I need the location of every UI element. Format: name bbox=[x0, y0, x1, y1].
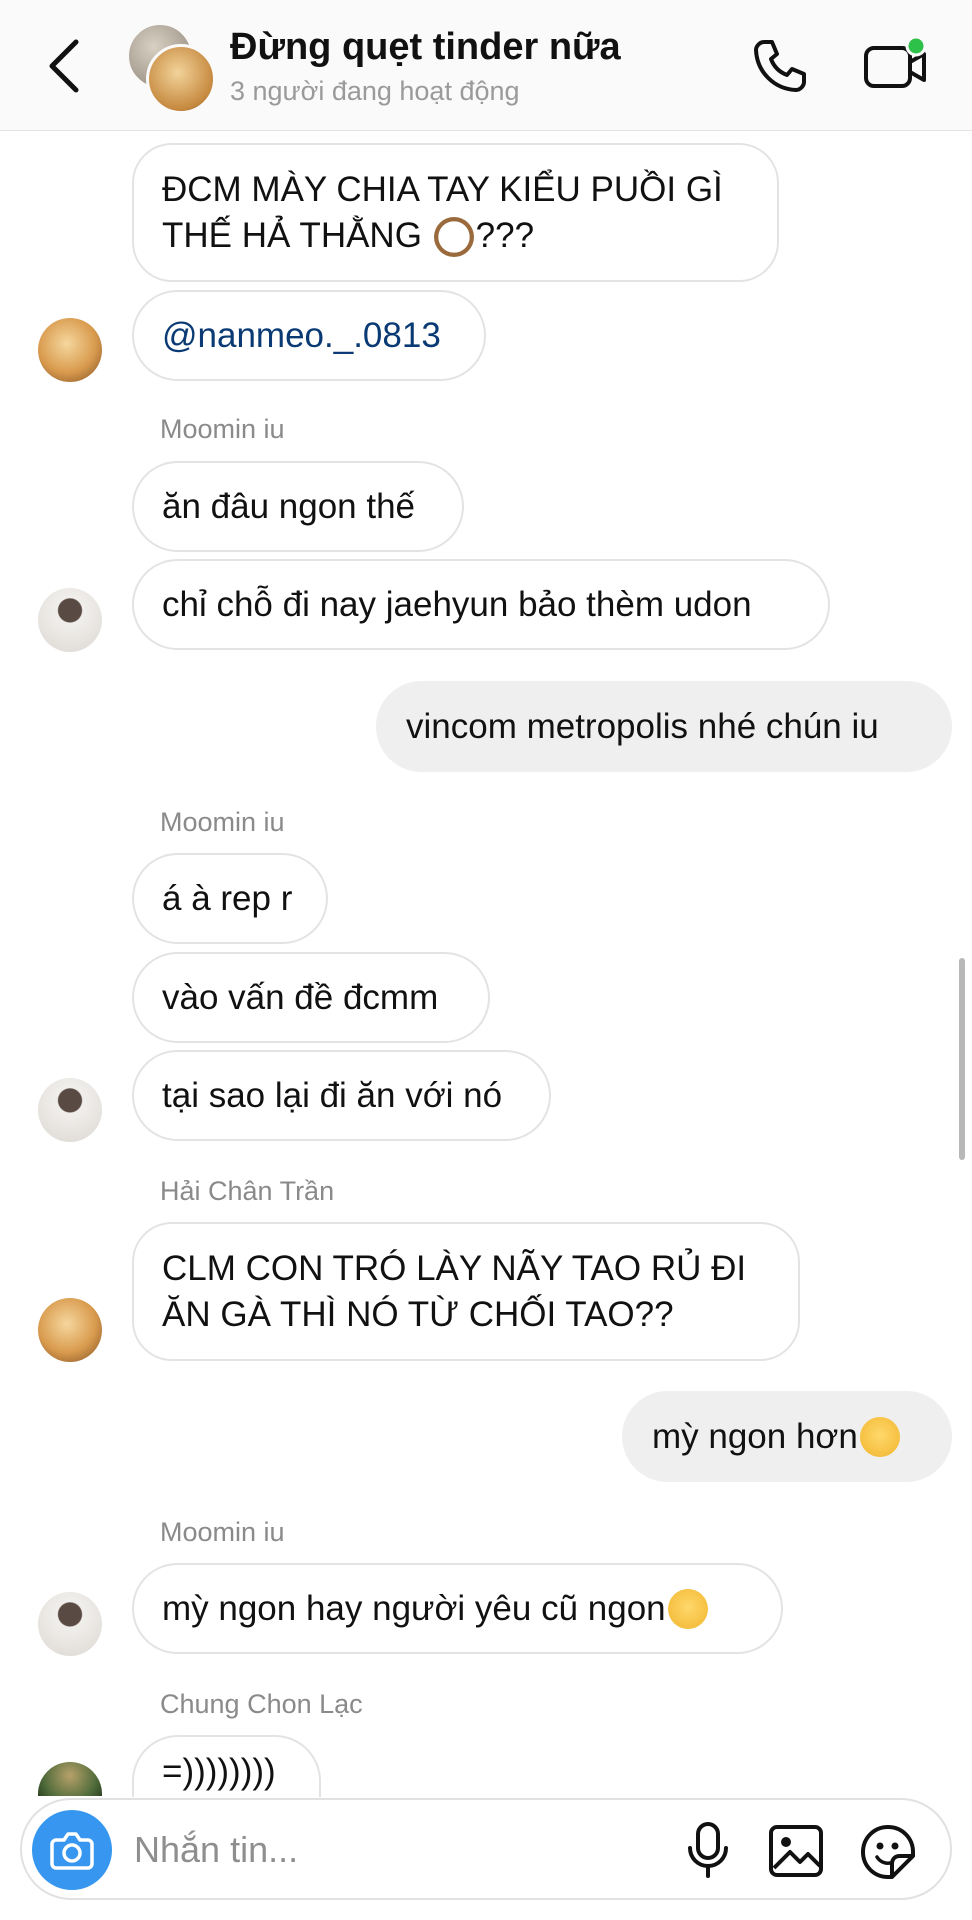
message-text: ăn đâu ngon thế bbox=[162, 486, 416, 526]
message-bubble[interactable]: á à rep r bbox=[132, 853, 328, 944]
message-text: chỉ chỗ đi nay jaehyun bảo thèm udon bbox=[162, 584, 752, 624]
message-bubble-outgoing[interactable]: mỳ ngon hơn bbox=[622, 1391, 952, 1482]
message-bubble[interactable]: chỉ chỗ đi nay jaehyun bảo thèm udon bbox=[132, 559, 830, 650]
message-text: mỳ ngon hơn bbox=[652, 1416, 858, 1456]
group-avatar[interactable] bbox=[126, 22, 216, 114]
chat-title[interactable]: Đừng quẹt tinder nữa bbox=[230, 26, 621, 69]
sender-name: Moomin iu bbox=[160, 1517, 285, 1547]
avatar[interactable] bbox=[38, 318, 102, 382]
member-avatar-2 bbox=[146, 44, 216, 114]
chat-header: Đừng quẹt tinder nữa 3 người đang hoạt đ… bbox=[0, 0, 972, 131]
avatar[interactable] bbox=[38, 588, 102, 652]
message-text: á à rep r bbox=[162, 878, 293, 918]
message-bubble[interactable]: ĐCM MÀY CHIA TAY KIỂU PUỒI GÌ THẾ HẢ THẰ… bbox=[132, 143, 779, 282]
message-text: mỳ ngon hay người yêu cũ ngon bbox=[162, 1588, 666, 1628]
message-bubble[interactable]: ăn đâu ngon thế bbox=[132, 461, 464, 552]
message-text: =)))))))) bbox=[162, 1752, 276, 1791]
mention-link[interactable]: @nanmeo._.0813 bbox=[162, 313, 441, 359]
chevron-left-icon[interactable] bbox=[40, 34, 90, 98]
avatar[interactable] bbox=[38, 1298, 102, 1362]
video-camera-icon[interactable] bbox=[862, 36, 932, 96]
message-text: tại sao lại đi ăn với nó bbox=[162, 1075, 503, 1115]
message-text: CLM CON TRÓ LÀY NÃY TAO RỦ ĐI ĂN GÀ THÌ … bbox=[162, 1248, 747, 1334]
message-bubble[interactable]: @nanmeo._.0813 bbox=[132, 290, 486, 381]
message-bubble[interactable]: tại sao lại đi ăn với nó bbox=[132, 1050, 551, 1141]
message-bubble-outgoing[interactable]: vincom metropolis nhé chún iu bbox=[376, 681, 952, 772]
message-bubble[interactable]: mỳ ngon hay người yêu cũ ngon bbox=[132, 1563, 783, 1654]
sticker-icon[interactable] bbox=[860, 1824, 916, 1880]
sender-name: Chung Chon Lạc bbox=[160, 1689, 363, 1719]
message-input[interactable] bbox=[132, 1824, 666, 1876]
message-text: vào vấn đề đcmm bbox=[162, 977, 439, 1017]
camera-icon bbox=[50, 1832, 94, 1870]
avatar[interactable] bbox=[38, 1078, 102, 1142]
active-status: 3 người đang hoạt động bbox=[230, 76, 520, 106]
message-text: vincom metropolis nhé chún iu bbox=[406, 706, 879, 746]
sender-name: Moomin iu bbox=[160, 414, 285, 444]
pensive-face-emoji-icon bbox=[859, 1416, 900, 1457]
dog-face-emoji-icon bbox=[433, 217, 474, 258]
sender-name: Moomin iu bbox=[160, 807, 285, 837]
relieved-face-emoji-icon bbox=[667, 1588, 708, 1629]
gallery-icon[interactable] bbox=[768, 1824, 824, 1878]
message-text: ĐCM MÀY CHIA TAY KIỂU PUỒI GÌ THẾ HẢ THẰ… bbox=[162, 167, 723, 259]
scrollbar[interactable] bbox=[959, 958, 965, 1160]
message-bubble[interactable]: vào vấn đề đcmm bbox=[132, 952, 490, 1043]
avatar[interactable] bbox=[38, 1592, 102, 1656]
microphone-icon[interactable] bbox=[686, 1822, 730, 1878]
camera-button[interactable] bbox=[32, 1810, 112, 1890]
message-composer bbox=[20, 1798, 952, 1900]
phone-icon[interactable] bbox=[750, 36, 810, 96]
message-bubble[interactable]: =)))))))) bbox=[132, 1735, 321, 1797]
online-indicator bbox=[905, 36, 927, 57]
message-bubble[interactable]: CLM CON TRÓ LÀY NÃY TAO RỦ ĐI ĂN GÀ THÌ … bbox=[132, 1222, 800, 1361]
sender-name: Hải Chân Trần bbox=[160, 1176, 335, 1206]
avatar[interactable] bbox=[38, 1762, 102, 1796]
